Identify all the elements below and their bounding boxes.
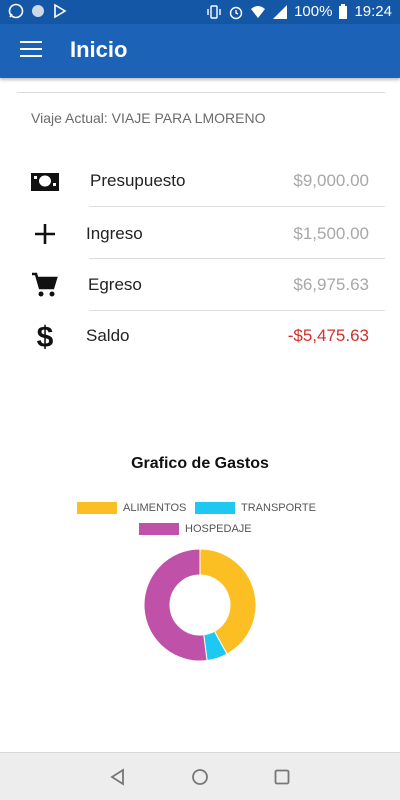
current-trip-label: Viaje Actual: VIAJE PARA LMORENO	[31, 110, 266, 126]
divider	[17, 92, 385, 93]
row-egreso: Egreso $6,975.63	[0, 259, 400, 311]
legend-item-alimentos: ALIMENTOS	[77, 502, 186, 514]
row-value: -$5,475.63	[287, 326, 369, 345]
row-saldo: $ Saldo -$5,475.63	[0, 311, 400, 363]
home-icon[interactable]	[190, 767, 210, 787]
legend-label: ALIMENTOS	[123, 502, 187, 514]
expense-donut-chart	[143, 548, 257, 662]
row-label: Ingreso	[86, 224, 143, 243]
legend-item-hospedaje: HOSPEDAJE	[139, 523, 252, 535]
status-bar: 100% 19:24	[0, 0, 400, 24]
row-value: $6,975.63	[293, 275, 369, 294]
row-value: $9,000.00	[293, 171, 369, 190]
legend-swatch	[77, 502, 117, 514]
row-ingreso: Ingreso $1,500.00	[0, 207, 400, 259]
alarm-icon	[229, 6, 243, 19]
battery-icon	[339, 3, 348, 19]
cart-icon	[32, 272, 58, 297]
battery-percent: 100%	[294, 3, 333, 20]
row-presupuesto: Presupuesto $9,000.00	[0, 155, 400, 207]
legend-label: HOSPEDAJE	[185, 523, 252, 535]
row-value: $1,500.00	[293, 224, 369, 243]
recents-icon[interactable]	[272, 767, 292, 787]
play-store-icon	[54, 3, 67, 19]
row-label: Egreso	[88, 275, 142, 294]
page-title: Inicio	[70, 37, 128, 62]
row-label: Presupuesto	[90, 171, 186, 190]
svg-text:$: $	[37, 321, 54, 351]
dollar-icon: $	[37, 321, 54, 351]
status-time: 19:24	[354, 3, 392, 20]
app-bar: Inicio	[0, 24, 400, 78]
menu-icon[interactable]	[20, 41, 42, 59]
chart-title: Grafico de Gastos	[131, 455, 269, 472]
vibrate-icon	[207, 4, 221, 19]
row-label: Saldo	[86, 326, 130, 345]
plus-icon	[35, 224, 55, 244]
legend-swatch	[195, 502, 235, 514]
whatsapp-icon	[8, 3, 24, 19]
back-icon[interactable]	[108, 767, 128, 787]
wifi-icon	[251, 5, 266, 18]
legend-item-transporte: TRANSPORTE	[195, 502, 316, 514]
money-icon	[31, 173, 59, 191]
legend-label: TRANSPORTE	[241, 502, 316, 514]
legend-swatch	[139, 523, 179, 535]
signal-icon	[273, 4, 288, 19]
donut-slice-hospedaje[interactable]	[143, 548, 208, 662]
notification-dot-icon	[32, 5, 44, 17]
system-nav-bar	[0, 752, 400, 800]
